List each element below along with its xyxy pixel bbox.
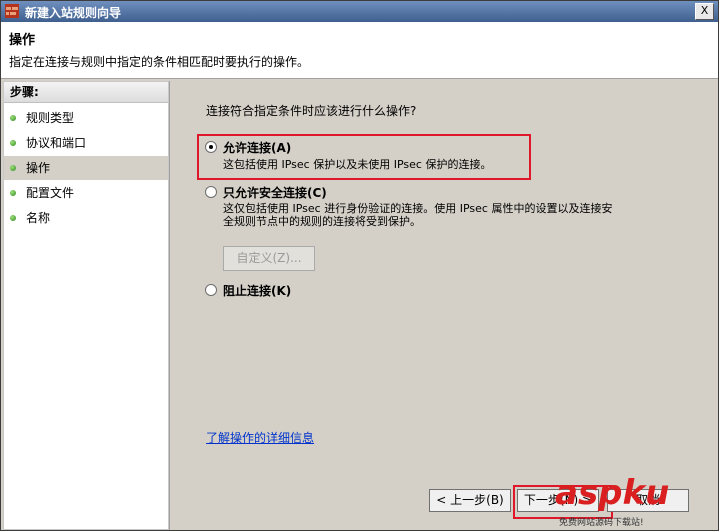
allow-connection-label[interactable]: 允许连接(A) <box>223 139 291 156</box>
allow-connection-radio[interactable] <box>205 141 217 153</box>
steps-panel: 步骤: 规则类型 协议和端口 操作 配置文件 名称 <box>3 81 169 530</box>
close-icon: X <box>700 4 709 17</box>
step-label: 规则类型 <box>26 111 75 125</box>
secure-connection-radio[interactable] <box>205 186 217 198</box>
step-name[interactable]: 名称 <box>4 206 168 230</box>
step-label: 配置文件 <box>26 186 75 200</box>
learn-more-link[interactable]: 了解操作的详细信息 <box>206 429 314 446</box>
step-status-icon <box>10 140 16 146</box>
wizard-window: 新建入站规则向导 X 操作 指定在连接与规则中指定的条件相匹配时要执行的操作。 … <box>0 0 719 531</box>
firewall-icon <box>5 4 19 18</box>
wizard-header: 操作 指定在连接与规则中指定的条件相匹配时要执行的操作。 <box>1 22 718 79</box>
step-status-icon <box>10 215 16 221</box>
step-status-icon <box>10 165 16 171</box>
step-label: 名称 <box>26 211 51 225</box>
secure-connection-description-1: 这仅包括使用 IPsec 进行身份验证的连接。使用 IPsec 属性中的设置以及… <box>223 202 613 215</box>
close-button[interactable]: X <box>695 3 714 20</box>
step-rule-type[interactable]: 规则类型 <box>4 106 168 130</box>
step-profile[interactable]: 配置文件 <box>4 181 168 205</box>
watermark-slogan: 免费网站源码下载站! <box>559 518 644 528</box>
back-button[interactable]: < 上一步(B) <box>429 489 511 512</box>
block-connection-label[interactable]: 阻止连接(K) <box>223 282 291 299</box>
watermark-logo: aspku 免费网站源码下载站! <box>551 473 716 528</box>
step-status-icon <box>10 115 16 121</box>
window-title: 新建入站规则向导 <box>25 6 122 20</box>
customize-button[interactable]: 自定义(Z)... <box>223 246 315 271</box>
secure-connection-description-2: 全规则节点中的规则的连接将受到保护。 <box>223 215 421 228</box>
step-label: 操作 <box>26 161 51 175</box>
step-action[interactable]: 操作 <box>4 156 168 180</box>
allow-connection-description: 这包括使用 IPsec 保护以及未使用 IPsec 保护的连接。 <box>223 158 492 171</box>
step-status-icon <box>10 190 16 196</box>
title-bar[interactable]: 新建入站规则向导 X <box>1 1 718 22</box>
action-question: 连接符合指定条件时应该进行什么操作? <box>206 104 417 118</box>
panel-divider <box>169 81 170 530</box>
secure-connection-label[interactable]: 只允许安全连接(C) <box>223 184 327 201</box>
step-label: 协议和端口 <box>26 136 87 150</box>
step-protocol-ports[interactable]: 协议和端口 <box>4 131 168 155</box>
page-title: 操作 <box>9 33 36 48</box>
watermark-brand: aspku <box>555 473 670 513</box>
steps-title: 步骤: <box>4 82 168 103</box>
page-description: 指定在连接与规则中指定的条件相匹配时要执行的操作。 <box>9 55 310 69</box>
block-connection-radio[interactable] <box>205 284 217 296</box>
